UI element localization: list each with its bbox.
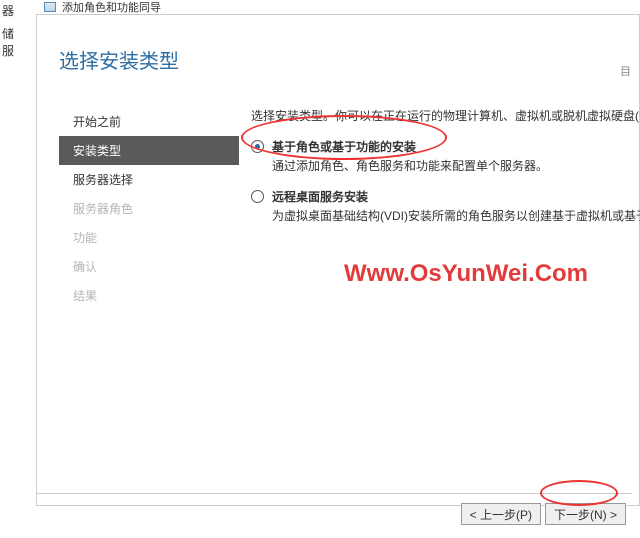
instruction-text: 选择安装类型。你可以在正在运行的物理计算机、虚拟机或脱机虚拟硬盘( [251, 107, 639, 124]
option-desc: 通过添加角色、角色服务和功能来配置单个服务器。 [272, 157, 639, 174]
left-edge-label-1: 器 [2, 2, 24, 19]
wizard-window-title: 添加角色和功能同导 [62, 0, 161, 15]
prev-button[interactable]: < 上一步(P) [461, 503, 541, 525]
option-title: 远程桌面服务安装 [272, 188, 640, 205]
nav-item-server-roles: 服务器角色 [59, 194, 239, 223]
next-button[interactable]: 下一步(N) > [545, 503, 626, 525]
wizard-content: 选择安装类型。你可以在正在运行的物理计算机、虚拟机或脱机虚拟硬盘( 基于角色或基… [251, 107, 639, 238]
left-panel-fragment: 器 储服 [0, 0, 24, 538]
wizard-icon [44, 2, 56, 12]
option-rds[interactable]: 远程桌面服务安装 为虚拟桌面基础结构(VDI)安装所需的角色服务以创建基于虚拟机… [251, 188, 639, 224]
option-body: 远程桌面服务安装 为虚拟桌面基础结构(VDI)安装所需的角色服务以创建基于虚拟机… [272, 188, 640, 224]
radio-rds[interactable] [251, 190, 264, 203]
nav-item-results: 结果 [59, 281, 239, 310]
wizard-nav: 开始之前 安装类型 服务器选择 服务器角色 功能 确认 结果 [59, 107, 239, 310]
option-role-based[interactable]: 基于角色或基于功能的安装 通过添加角色、角色服务和功能来配置单个服务器。 [251, 138, 639, 174]
option-body: 基于角色或基于功能的安装 通过添加角色、角色服务和功能来配置单个服务器。 [272, 138, 639, 174]
page-title: 选择安装类型 [59, 45, 179, 74]
radio-role-based[interactable] [251, 140, 264, 153]
nav-item-before-begin[interactable]: 开始之前 [59, 107, 239, 136]
destination-server-fragment: 目 [620, 65, 631, 79]
watermark-text: Www.OsYunWei.Com [344, 260, 588, 288]
wizard-buttons: < 上一步(P) 下一步(N) > [461, 503, 626, 525]
wizard-window-title-bar: 添加角色和功能同导 [44, 0, 161, 14]
nav-item-install-type[interactable]: 安装类型 [59, 136, 239, 165]
option-desc: 为虚拟桌面基础结构(VDI)安装所需的角色服务以创建基于虚拟机或基于 [272, 207, 640, 224]
option-title: 基于角色或基于功能的安装 [272, 138, 639, 155]
divider [36, 493, 632, 494]
nav-item-server-selection[interactable]: 服务器选择 [59, 165, 239, 194]
nav-item-features: 功能 [59, 223, 239, 252]
left-edge-label-2: 储服 [2, 25, 24, 59]
nav-item-confirm: 确认 [59, 252, 239, 281]
